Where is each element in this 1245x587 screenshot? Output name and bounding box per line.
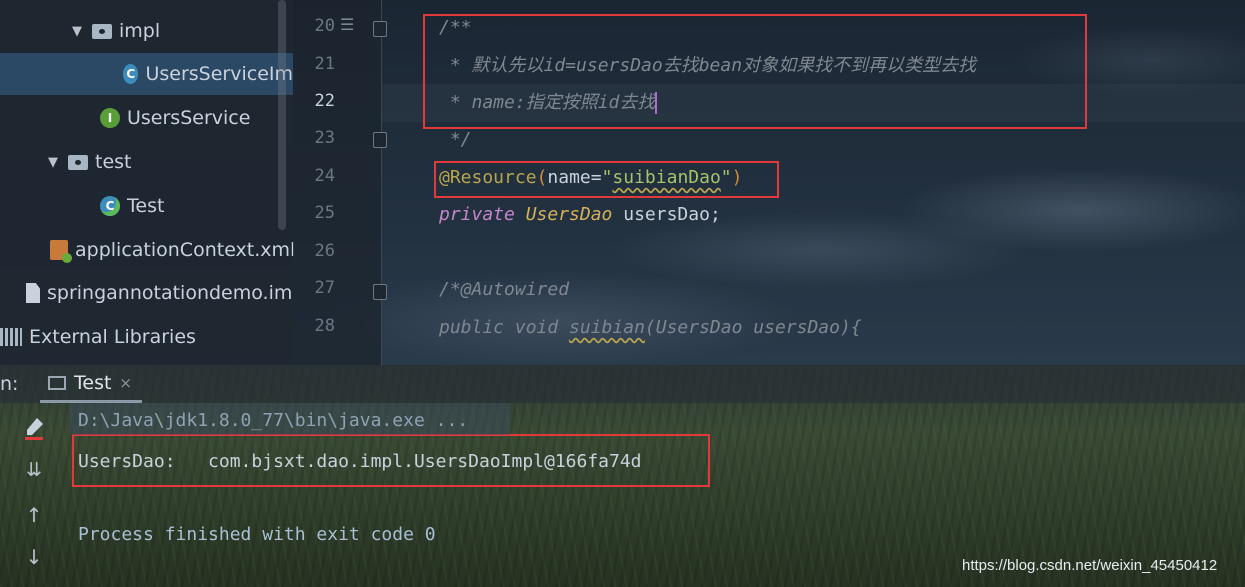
console-output-line[interactable]: UsersDao: com.bjsxt.dao.impl.UsersDaoImp… xyxy=(78,451,642,472)
interface-icon: I xyxy=(100,108,120,128)
tree-item-label: Test xyxy=(127,195,165,217)
line-number: 25 xyxy=(314,203,335,223)
highlight-box-annotation xyxy=(434,161,779,198)
sort-down-icon[interactable]: ⇊ xyxy=(22,459,46,481)
tree-scrollbar[interactable] xyxy=(272,0,292,365)
tree-item-applicationcontext[interactable]: applicationContext.xml xyxy=(50,229,295,271)
console-command-line[interactable]: D:\Java\jdk1.8.0_77\bin\java.exe ... xyxy=(78,410,468,431)
tree-item-test[interactable]: ▼ test xyxy=(48,141,132,183)
folder-icon xyxy=(92,23,112,39)
editor-gutter: 20 21 22 23 24 25 26 27 28 ☰ xyxy=(293,0,387,365)
fold-marker-icon[interactable] xyxy=(373,132,387,148)
line-number: 24 xyxy=(314,166,335,186)
arrow-down-icon[interactable]: ↓ xyxy=(22,545,46,569)
method-name-token: suibian xyxy=(569,317,645,338)
line-number: 21 xyxy=(314,54,335,74)
tree-item-impl[interactable]: ▼ impl xyxy=(72,10,160,52)
line-number: 23 xyxy=(314,128,335,148)
structure-icon[interactable]: ☰ xyxy=(340,15,354,34)
clear-console-icon[interactable] xyxy=(22,416,46,445)
scrollbar-thumb[interactable] xyxy=(278,0,286,230)
code-text: public void xyxy=(439,317,570,338)
keyword-token: private xyxy=(439,204,515,225)
tree-item-test-class[interactable]: C Test xyxy=(100,185,164,227)
tree-item-label: External Libraries xyxy=(29,326,196,348)
tree-item-label: applicationContext.xml xyxy=(75,239,296,261)
run-panel-label: n: xyxy=(0,373,19,395)
arrow-up-icon[interactable]: ↑ xyxy=(22,503,46,527)
console-exit-line[interactable]: Process finished with exit code 0 xyxy=(78,524,436,545)
tree-item-iml-file[interactable]: springannotationdemo.im xyxy=(26,272,292,314)
chevron-down-icon[interactable]: ▼ xyxy=(72,24,92,39)
highlight-box-comment xyxy=(423,14,1087,129)
code-line-28[interactable]: public void suibian(UsersDao usersDao){ xyxy=(439,309,862,346)
line-number: 27 xyxy=(314,278,335,298)
line-number: 20 xyxy=(314,16,335,36)
tree-item-label: UsersServiceIm xyxy=(145,63,293,85)
tab-label: Test xyxy=(74,371,112,394)
tree-item-external-libraries[interactable]: External Libraries xyxy=(0,316,196,358)
code-line-27[interactable]: /*@Autowired xyxy=(439,271,569,308)
library-icon xyxy=(0,328,22,346)
watermark: https://blog.csdn.net/weixin_45450412 xyxy=(962,557,1218,574)
type-token: UsersDao xyxy=(525,204,613,225)
file-icon xyxy=(26,283,40,303)
tab-test[interactable]: Test × xyxy=(40,365,142,403)
identifier-token: usersDao; xyxy=(612,204,721,225)
tree-item-label: impl xyxy=(119,20,161,42)
run-side-toolbar: ⇊ ↑ ↓ xyxy=(0,403,62,587)
fold-marker-icon[interactable] xyxy=(373,284,387,300)
tree-item-usersserviceimpl[interactable]: C UsersServiceIm xyxy=(0,53,293,95)
project-tree: ▼ impl C UsersServiceIm I UsersService ▼… xyxy=(0,0,295,365)
console-icon xyxy=(48,375,66,390)
line-number: 28 xyxy=(314,316,335,336)
code-text: (UsersDao usersDao){ xyxy=(644,317,862,338)
fold-marker-icon[interactable] xyxy=(373,21,387,37)
tree-item-usersservice[interactable]: I UsersService xyxy=(100,97,250,139)
tree-item-label: UsersService xyxy=(127,107,251,129)
close-icon[interactable]: × xyxy=(119,374,132,392)
class-icon: C xyxy=(123,64,139,84)
xml-file-icon xyxy=(50,240,72,263)
chevron-down-icon[interactable]: ▼ xyxy=(48,155,68,170)
run-toolbar: n: Test × xyxy=(0,365,1245,403)
tree-item-label: test xyxy=(95,151,132,173)
test-class-icon: C xyxy=(100,196,120,216)
folder-icon xyxy=(68,154,88,170)
code-line-25[interactable]: private UsersDao usersDao; xyxy=(439,196,721,233)
line-number: 26 xyxy=(314,241,335,261)
line-number-current: 22 xyxy=(314,91,335,111)
tree-item-label: springannotationdemo.im xyxy=(47,282,293,304)
